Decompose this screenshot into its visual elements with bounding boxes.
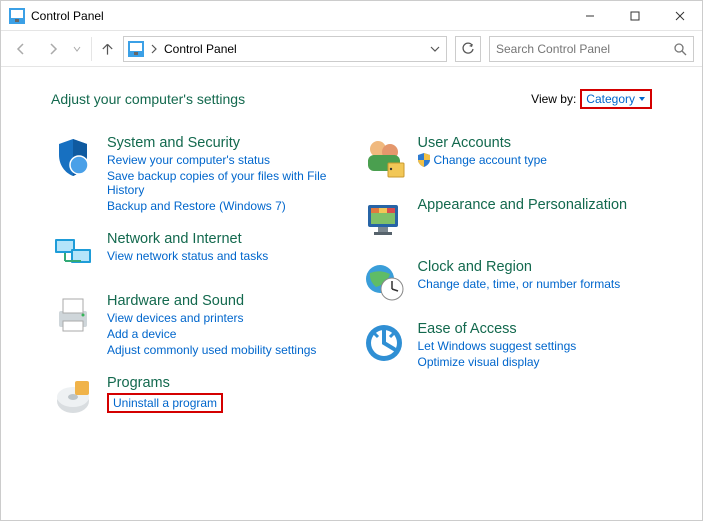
control-panel-icon <box>9 8 25 24</box>
category-clock: Clock and Region Change date, time, or n… <box>362 259 653 303</box>
category-title[interactable]: Hardware and Sound <box>107 293 316 309</box>
category-columns: System and Security Review your computer… <box>51 135 652 437</box>
title-right <box>567 1 702 30</box>
category-title[interactable]: Clock and Region <box>418 259 621 275</box>
link-add-device[interactable]: Add a device <box>107 327 316 341</box>
printer-icon <box>51 293 95 337</box>
up-button[interactable] <box>91 37 115 61</box>
search-input[interactable] <box>496 42 673 56</box>
link-date-formats[interactable]: Change date, time, or number formats <box>418 277 621 291</box>
category-title[interactable]: User Accounts <box>418 135 547 151</box>
category-network: Network and Internet View network status… <box>51 231 342 275</box>
uac-shield-icon <box>418 153 430 167</box>
title-bar: Control Panel <box>1 1 702 31</box>
right-column: User Accounts Change account type Appear… <box>362 135 653 437</box>
maximize-button[interactable] <box>612 1 657 30</box>
content-area: Adjust your computer's settings View by:… <box>1 67 702 457</box>
left-column: System and Security Review your computer… <box>51 135 342 437</box>
link-file-history[interactable]: Save backup copies of your files with Fi… <box>107 169 342 197</box>
minimize-button[interactable] <box>567 1 612 30</box>
link-review-status[interactable]: Review your computer's status <box>107 153 342 167</box>
recent-dropdown-icon[interactable] <box>73 45 81 53</box>
category-title[interactable]: Programs <box>107 375 223 391</box>
users-icon <box>362 135 406 179</box>
category-title[interactable]: System and Security <box>107 135 342 151</box>
link-suggest-settings[interactable]: Let Windows suggest settings <box>418 339 577 353</box>
breadcrumb[interactable]: Control Panel <box>164 42 237 56</box>
close-button[interactable] <box>657 1 702 30</box>
search-box[interactable] <box>489 36 694 62</box>
refresh-button[interactable] <box>455 36 481 62</box>
category-hardware: Hardware and Sound View devices and prin… <box>51 293 342 357</box>
ease-of-access-icon <box>362 321 406 365</box>
link-backup-restore[interactable]: Backup and Restore (Windows 7) <box>107 199 342 213</box>
view-by-value: Category <box>586 92 635 106</box>
search-icon <box>673 42 687 56</box>
category-title[interactable]: Network and Internet <box>107 231 268 247</box>
programs-icon <box>51 375 95 419</box>
category-system-security: System and Security Review your computer… <box>51 135 342 213</box>
category-programs: Programs Uninstall a program <box>51 375 342 419</box>
view-by: View by: Category <box>531 89 652 109</box>
link-devices-printers[interactable]: View devices and printers <box>107 311 316 325</box>
nav-bar: Control Panel <box>1 31 702 67</box>
category-title[interactable]: Ease of Access <box>418 321 577 337</box>
category-user-accounts: User Accounts Change account type <box>362 135 653 179</box>
appearance-icon <box>362 197 406 241</box>
network-icon <box>51 231 95 275</box>
shield-icon <box>51 135 95 179</box>
view-by-label: View by: <box>531 92 576 106</box>
address-icon <box>128 41 144 57</box>
address-bar[interactable]: Control Panel <box>123 36 447 62</box>
page-title: Adjust your computer's settings <box>51 91 245 107</box>
category-appearance: Appearance and Personalization <box>362 197 653 241</box>
link-network-status[interactable]: View network status and tasks <box>107 249 268 263</box>
back-button[interactable] <box>9 37 33 61</box>
link-mobility[interactable]: Adjust commonly used mobility settings <box>107 343 316 357</box>
category-title[interactable]: Appearance and Personalization <box>418 197 628 213</box>
category-ease-of-access: Ease of Access Let Windows suggest setti… <box>362 321 653 369</box>
clock-globe-icon <box>362 259 406 303</box>
header-row: Adjust your computer's settings View by:… <box>51 89 652 109</box>
title-left: Control Panel <box>9 8 104 24</box>
chevron-down-icon[interactable] <box>430 44 440 54</box>
link-change-account[interactable]: Change account type <box>434 153 547 167</box>
link-optimize-visual[interactable]: Optimize visual display <box>418 355 577 369</box>
forward-button[interactable] <box>41 37 65 61</box>
dropdown-arrow-icon <box>638 95 646 103</box>
link-uninstall-program[interactable]: Uninstall a program <box>107 393 223 413</box>
window-title: Control Panel <box>31 9 104 23</box>
view-by-picker[interactable]: Category <box>580 89 652 109</box>
chevron-right-icon <box>150 44 158 54</box>
